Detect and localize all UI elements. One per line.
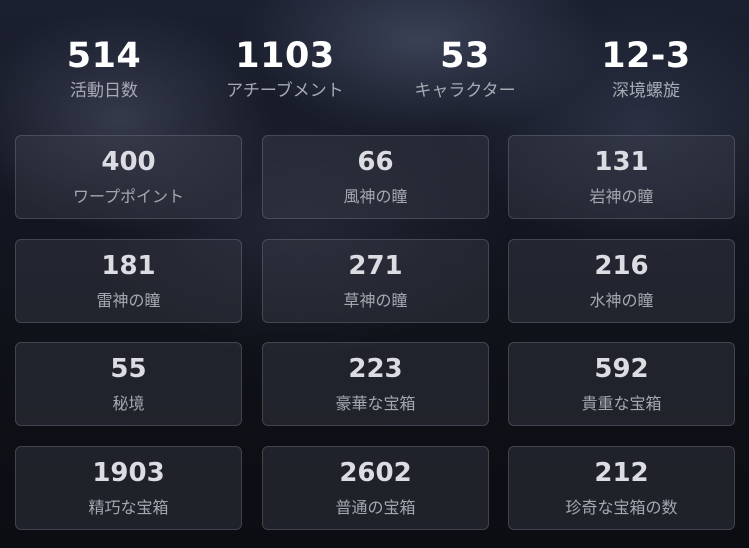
tile-label: ワープポイント (72, 187, 185, 206)
tile-anemoculus: 66 風神の瞳 (262, 135, 489, 219)
tile-geoculus: 131 岩神の瞳 (508, 135, 735, 219)
tile-label: 貴重な宝箱 (581, 394, 662, 413)
tile-domains: 55 秘境 (15, 342, 242, 426)
tile-label: 珍奇な宝箱の数 (565, 498, 678, 517)
stat-spiral-abyss: 12-3 深境螺旋 (556, 34, 736, 102)
tile-label: 秘境 (112, 394, 145, 413)
tile-label: 岩神の瞳 (589, 187, 654, 206)
stat-value: 53 (440, 36, 490, 76)
stat-value: 1103 (235, 36, 335, 76)
tile-luxurious-chests: 223 豪華な宝箱 (262, 342, 489, 426)
tile-value: 55 (110, 354, 147, 384)
tile-label: 水神の瞳 (589, 291, 654, 310)
tile-value: 223 (348, 354, 403, 384)
tile-value: 271 (348, 251, 403, 281)
stats-card: 514 活動日数 1103 アチーブメント 53 キャラクター 12-3 深境螺… (0, 0, 749, 548)
tile-value: 66 (357, 147, 394, 177)
tile-label: 豪華な宝箱 (335, 394, 416, 413)
tile-remarkable-chests: 212 珍奇な宝箱の数 (508, 446, 735, 530)
tile-value: 131 (594, 147, 649, 177)
tile-value: 212 (594, 458, 649, 488)
tile-precious-chests: 592 貴重な宝箱 (508, 342, 735, 426)
tile-value: 592 (594, 354, 649, 384)
stat-value: 514 (66, 36, 142, 76)
tile-label: 草神の瞳 (343, 291, 408, 310)
tile-label: 精巧な宝箱 (88, 498, 169, 517)
tile-electroculus: 181 雷神の瞳 (15, 239, 242, 323)
tile-value: 216 (594, 251, 649, 281)
stat-label: 深境螺旋 (612, 81, 680, 101)
tile-common-chests: 2602 普通の宝箱 (262, 446, 489, 530)
stat-value: 12-3 (601, 36, 691, 76)
tile-value: 2602 (339, 458, 412, 488)
stat-active-days: 514 活動日数 (14, 34, 194, 102)
tile-dendroculus: 271 草神の瞳 (262, 239, 489, 323)
tile-value: 1903 (92, 458, 165, 488)
tile-hydroculus: 216 水神の瞳 (508, 239, 735, 323)
summary-stats: 514 活動日数 1103 アチーブメント 53 キャラクター 12-3 深境螺… (0, 34, 749, 114)
tile-label: 風神の瞳 (343, 187, 408, 206)
stat-label: アチーブメント (226, 81, 344, 101)
tile-waypoints: 400 ワープポイント (15, 135, 242, 219)
stat-characters: 53 キャラクター (375, 34, 555, 102)
tile-exquisite-chests: 1903 精巧な宝箱 (15, 446, 242, 530)
tile-value: 400 (101, 147, 156, 177)
tile-value: 181 (101, 251, 156, 281)
stat-label: キャラクター (414, 81, 516, 101)
tile-label: 雷神の瞳 (96, 291, 161, 310)
stat-label: 活動日数 (70, 81, 138, 101)
tile-label: 普通の宝箱 (335, 498, 416, 517)
stat-achievements: 1103 アチーブメント (195, 34, 375, 102)
